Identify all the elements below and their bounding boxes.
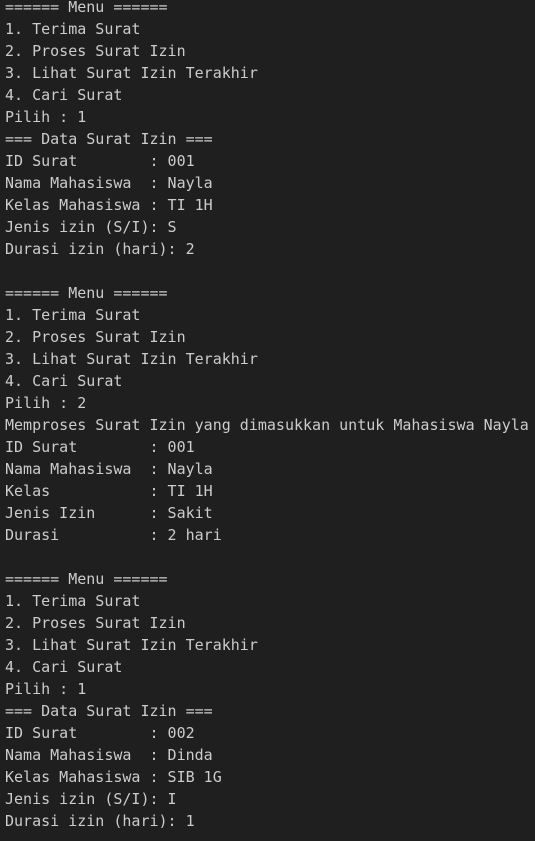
menu-option-4: 4. Cari Surat — [5, 372, 123, 390]
field-kelas-mahasiswa: Kelas Mahasiswa : SIB 1G — [5, 768, 222, 786]
field-kelas-mahasiswa: Kelas Mahasiswa : TI 1H — [5, 196, 213, 214]
menu-option-3: 3. Lihat Surat Izin Terakhir — [5, 350, 258, 368]
field-id-surat: ID Surat : 001 — [5, 438, 195, 456]
menu-option-1: 1. Terima Surat — [5, 20, 141, 38]
choice-prompt: Pilih : 2 — [5, 394, 87, 412]
menu-option-3: 3. Lihat Surat Izin Terakhir — [5, 636, 258, 654]
field-jenis-izin: Jenis Izin : Sakit — [5, 504, 213, 522]
field-id-surat: ID Surat : 002 — [5, 724, 195, 742]
field-jenis-izin: Jenis izin (S/I): I — [5, 790, 177, 808]
menu-header: ====== Menu ====== — [5, 284, 168, 302]
section-header: === Data Surat Izin === — [5, 702, 213, 720]
menu-header: ====== Menu ====== — [5, 570, 168, 588]
field-id-surat: ID Surat : 001 — [5, 152, 195, 170]
field-jenis-izin: Jenis izin (S/I): S — [5, 218, 177, 236]
field-nama-mahasiswa: Nama Mahasiswa : Dinda — [5, 746, 213, 764]
menu-option-4: 4. Cari Surat — [5, 658, 123, 676]
terminal-output: ====== Menu ====== 1. Terima Surat 2. Pr… — [0, 0, 535, 837]
menu-option-3: 3. Lihat Surat Izin Terakhir — [5, 64, 258, 82]
section-header: === Data Surat Izin === — [5, 130, 213, 148]
menu-option-2: 2. Proses Surat Izin — [5, 42, 186, 60]
field-nama-mahasiswa: Nama Mahasiswa : Nayla — [5, 460, 213, 478]
menu-option-1: 1. Terima Surat — [5, 592, 141, 610]
menu-option-4: 4. Cari Surat — [5, 86, 123, 104]
menu-header: ====== Menu ====== — [5, 0, 168, 16]
choice-prompt: Pilih : 1 — [5, 680, 87, 698]
menu-option-2: 2. Proses Surat Izin — [5, 614, 186, 632]
menu-option-2: 2. Proses Surat Izin — [5, 328, 186, 346]
choice-prompt: Pilih : 1 — [5, 108, 87, 126]
field-durasi-izin: Durasi izin (hari): 1 — [5, 812, 195, 830]
processing-message: Memproses Surat Izin yang dimasukkan unt… — [5, 416, 529, 434]
menu-option-1: 1. Terima Surat — [5, 306, 141, 324]
field-durasi-izin: Durasi izin (hari): 2 — [5, 240, 195, 258]
field-kelas: Kelas : TI 1H — [5, 482, 213, 500]
field-durasi: Durasi : 2 hari — [5, 526, 222, 544]
field-nama-mahasiswa: Nama Mahasiswa : Nayla — [5, 174, 213, 192]
